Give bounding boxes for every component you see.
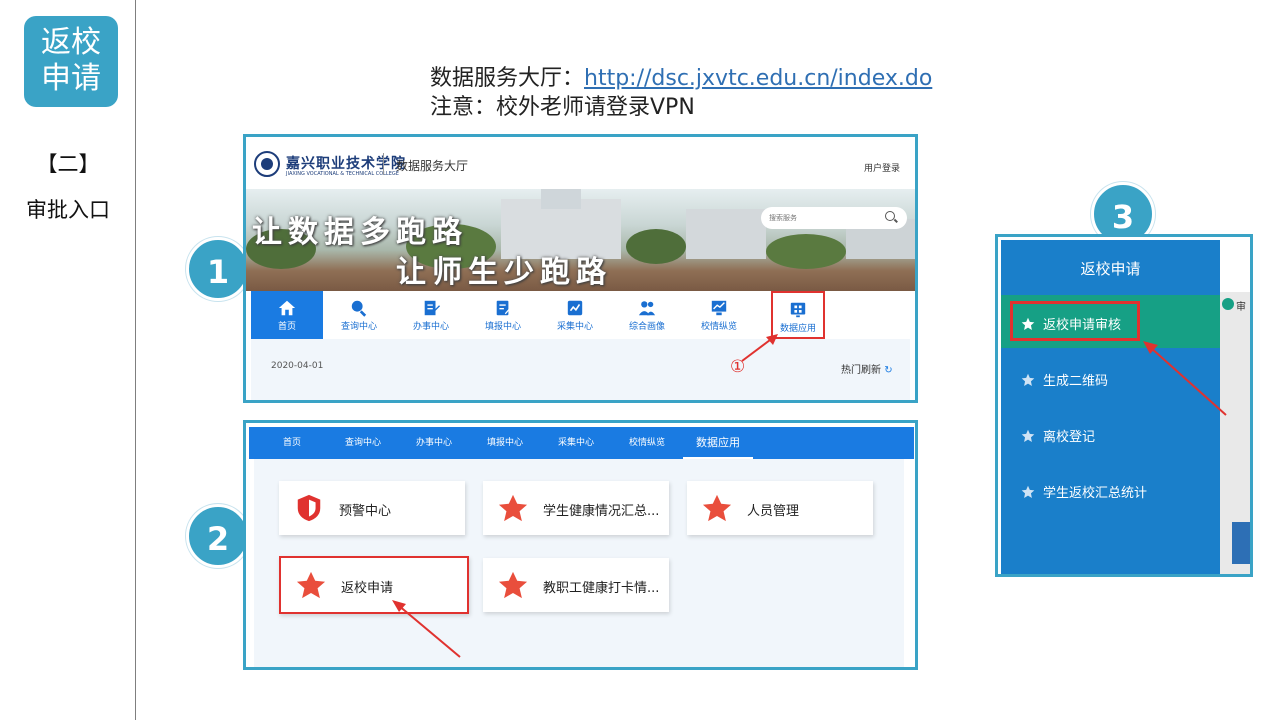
nav-home-label: 首页 xyxy=(277,322,296,332)
p2-nav-query-center[interactable]: 查询中心 xyxy=(345,427,381,459)
nav-report-center-label: 填报中心 xyxy=(484,322,521,332)
service-search-input[interactable]: 搜索服务 xyxy=(761,207,907,229)
sidebar-title: 返校申请 xyxy=(1080,260,1141,278)
school-name: 嘉兴职业技术学院 xyxy=(286,156,406,172)
edit-doc-icon xyxy=(424,300,440,316)
section-badge-line2: 申请 xyxy=(41,61,101,96)
sidebar-item-leave-registration-label: 离校登记 xyxy=(1043,430,1096,445)
nav-portrait[interactable]: 综合画像 xyxy=(611,291,683,339)
star-icon xyxy=(1021,373,1035,386)
nav-query-center-label: 查询中心 xyxy=(340,322,377,332)
highlight-box xyxy=(1010,301,1140,341)
portal-url-line: 数据服务大厅：http://dsc.jxvtc.edu.cn/index.do xyxy=(430,60,932,92)
shield-icon xyxy=(297,494,321,522)
step-2-circle: 2 xyxy=(186,504,250,568)
search-placeholder: 搜索服务 xyxy=(769,214,797,222)
p2-nav-affairs-center[interactable]: 办事中心 xyxy=(416,427,452,459)
home-icon xyxy=(278,300,296,316)
section-part-title: 审批入口 xyxy=(26,198,110,222)
data-app-nav-bar: 首页 查询中心 办事中心 填报中心 采集中心 校情纵览 数据应用 xyxy=(249,427,914,459)
annotation-arrow-2 xyxy=(392,600,461,658)
annotation-arrow-3 xyxy=(1143,341,1227,416)
card-personnel-label: 人员管理 xyxy=(747,504,800,519)
banner-slogan-line2: 让师生少跑路 xyxy=(396,255,612,290)
user-login-link[interactable]: 用户登录 xyxy=(864,161,900,174)
section-badge-line1: 返校 xyxy=(41,25,101,60)
star-icon xyxy=(498,494,528,522)
portal-name: 数据服务大厅 xyxy=(396,159,469,173)
section-badge: 返校 申请 xyxy=(24,16,118,107)
people-icon xyxy=(638,301,656,316)
card-staff-health-label: 教职工健康打卡情... xyxy=(543,581,660,596)
news-date: 2020-04-01 xyxy=(271,361,324,371)
portal-url-label: 数据服务大厅： xyxy=(430,66,585,91)
nav-portrait-label: 综合画像 xyxy=(628,322,665,332)
card-staff-health[interactable]: 教职工健康打卡情... xyxy=(483,558,669,612)
card-return-application-label: 返校申请 xyxy=(341,581,394,596)
sidebar-item-return-statistics[interactable]: 学生返校汇总统计 xyxy=(1021,482,1147,501)
p2-nav-data-app[interactable]: 数据应用 xyxy=(683,427,753,459)
star-icon xyxy=(1021,429,1035,442)
campus-banner: 让数据多跑路 让师生少跑路 搜索服务 xyxy=(246,189,915,291)
content-header-edge xyxy=(1220,240,1250,292)
card-student-health-label: 学生健康情况汇总... xyxy=(543,504,660,519)
nav-affairs-center[interactable]: 办事中心 xyxy=(395,291,467,339)
star-icon xyxy=(702,494,732,522)
content-action-button[interactable] xyxy=(1232,522,1250,564)
collect-icon xyxy=(567,300,583,316)
data-app-icon xyxy=(790,302,806,318)
step-1-circle: 1 xyxy=(186,237,250,301)
data-app-grid: 预警中心 学生健康情况汇总... 人员管理 返校申请 教职工健康打卡情... xyxy=(254,459,904,667)
portal-nav-bar: 首页 查询中心 办事中心 填报中心 采集中心 综合画像 校情纵览 数据应用 xyxy=(251,291,910,339)
p2-nav-school-overview[interactable]: 校情纵览 xyxy=(629,427,665,459)
nav-affairs-center-label: 办事中心 xyxy=(412,322,449,332)
sidebar-item-qrcode-label: 生成二维码 xyxy=(1043,374,1109,389)
card-personnel[interactable]: 人员管理 xyxy=(687,481,873,535)
sidebar-item-qrcode[interactable]: 生成二维码 xyxy=(1021,370,1108,389)
form-icon xyxy=(496,300,512,316)
p2-nav-report-center[interactable]: 填报中心 xyxy=(487,427,523,459)
sidebar-item-return-statistics-label: 学生返校汇总统计 xyxy=(1043,486,1148,501)
school-name-en: JIAXING VOCATIONAL & TECHNICAL COLLEGE xyxy=(286,171,399,177)
portal-home-screenshot: 嘉兴职业技术学院 JIAXING VOCATIONAL & TECHNICAL … xyxy=(243,134,918,403)
nav-home[interactable]: 首页 xyxy=(251,291,323,339)
nav-collect-center[interactable]: 采集中心 xyxy=(539,291,611,339)
search-icon xyxy=(351,300,367,317)
portal-header: 嘉兴职业技术学院 JIAXING VOCATIONAL & TECHNICAL … xyxy=(246,137,915,189)
trend-chart-icon xyxy=(711,300,727,316)
star-icon xyxy=(296,571,326,599)
check-icon xyxy=(1222,298,1234,310)
hot-refresh-button[interactable]: 热门刷新 ↻ xyxy=(841,361,893,376)
nav-query-center[interactable]: 查询中心 xyxy=(323,291,395,339)
nav-collect-center-label: 采集中心 xyxy=(556,322,593,332)
header-separator xyxy=(383,153,384,175)
data-app-screenshot: 首页 查询中心 办事中心 填报中心 采集中心 校情纵览 数据应用 预警中心 学生… xyxy=(243,420,918,670)
card-warning-center-label: 预警中心 xyxy=(339,504,392,519)
banner-slogan-line1: 让数据多跑路 xyxy=(252,215,468,250)
content-row-text: 审 xyxy=(1236,302,1246,313)
search-icon[interactable] xyxy=(885,211,895,221)
refresh-icon: ↻ xyxy=(884,365,893,376)
sidebar-item-leave-registration[interactable]: 离校登记 xyxy=(1021,426,1095,445)
return-application-menu-screenshot: 返校申请 返校申请审核 生成二维码 离校登记 学生返校汇总统计 审 xyxy=(995,234,1253,577)
nav-report-center[interactable]: 填报中心 xyxy=(467,291,539,339)
vertical-divider xyxy=(135,0,136,720)
star-icon xyxy=(1021,485,1035,498)
school-seal-icon xyxy=(254,151,280,177)
card-warning-center[interactable]: 预警中心 xyxy=(279,481,465,535)
p2-nav-home[interactable]: 首页 xyxy=(283,427,301,459)
section-part-number: 【二】 xyxy=(36,152,100,176)
hot-refresh-label: 热门刷新 xyxy=(841,365,881,376)
p2-nav-collect-center[interactable]: 采集中心 xyxy=(558,427,594,459)
portal-url-link[interactable]: http://dsc.jxvtc.edu.cn/index.do xyxy=(584,66,932,91)
annotation-arrow-1 xyxy=(741,334,778,362)
card-student-health[interactable]: 学生健康情况汇总... xyxy=(483,481,669,535)
portal-content-strip: 2020-04-01 热门刷新 ↻ xyxy=(251,339,910,400)
star-icon xyxy=(498,571,528,599)
vpn-note: 注意：校外老师请登录VPN xyxy=(430,95,695,120)
